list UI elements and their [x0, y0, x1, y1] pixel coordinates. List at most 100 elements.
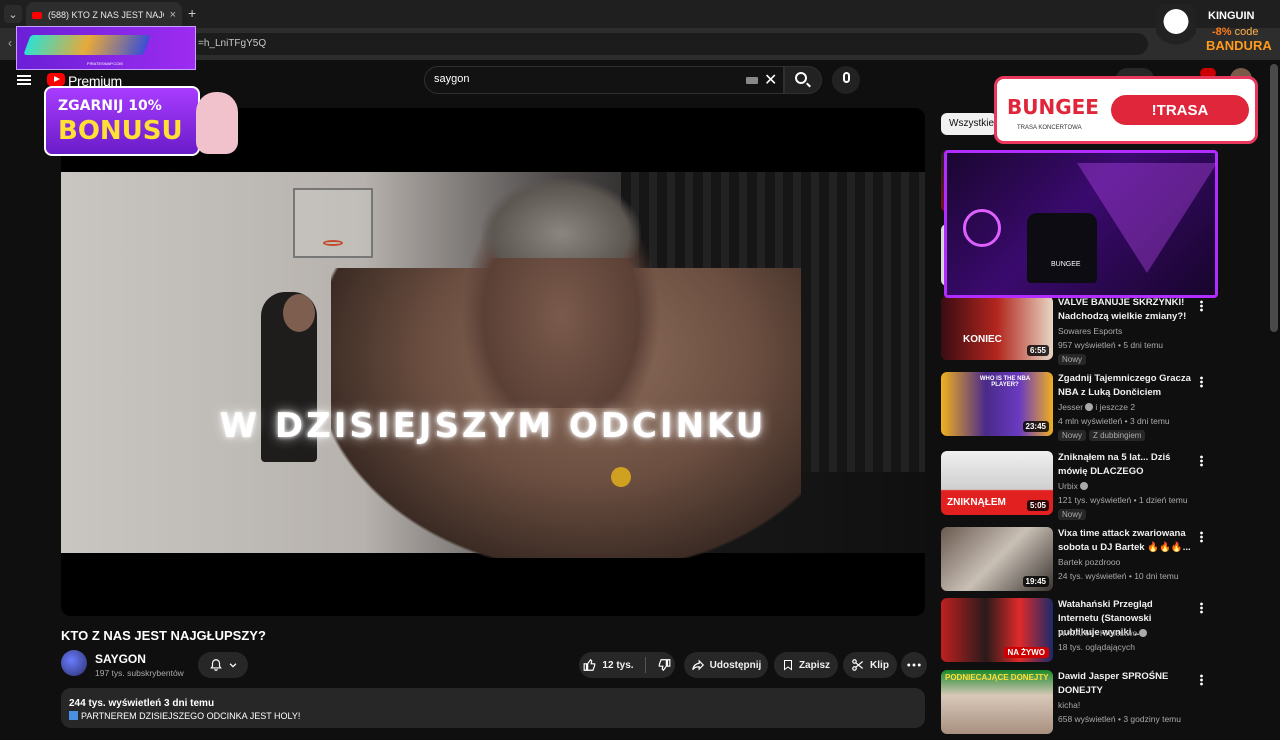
channel-avatar[interactable] — [61, 650, 87, 676]
thumb-down-icon[interactable] — [657, 658, 671, 672]
clip-button[interactable]: Klip — [843, 652, 897, 678]
youtube-logo-icon[interactable] — [47, 73, 65, 86]
keyboard-icon[interactable] — [746, 77, 758, 84]
more-actions-button[interactable] — [901, 652, 927, 678]
mascot-image — [196, 92, 238, 154]
share-button[interactable]: Udostępnij — [684, 652, 768, 678]
kebab-icon[interactable] — [1200, 674, 1203, 686]
clip-label: Klip — [870, 659, 889, 671]
video-meta: 658 wyświetleń • 3 godziny temu — [1058, 714, 1181, 724]
bonus-line2: BONUSU — [58, 116, 183, 146]
share-icon — [691, 659, 704, 671]
video-duration: 23:45 — [1022, 421, 1049, 432]
kinguin-logo: KINGUIN — [1208, 10, 1255, 22]
video-meta: 957 wyświetleń • 5 dni temu — [1058, 340, 1164, 350]
verified-icon — [1085, 403, 1094, 411]
sidebar-video[interactable]: KONIEC 6:55 VALVE BANUJE SKRZYNKI! Nadch… — [941, 296, 1271, 366]
views-and-date: 244 tys. wyświetleń 3 dni temu — [69, 698, 215, 709]
mic-icon — [843, 72, 850, 83]
thumb-up-icon[interactable] — [583, 658, 597, 672]
basketball-backboard — [293, 188, 373, 258]
channel-line: WATAHA - Krulestwo — [1058, 628, 1148, 638]
share-label: Udostępnij — [709, 659, 762, 671]
search-input[interactable] — [424, 66, 784, 94]
kinguin-ad[interactable]: KINGUIN -8% code BANDURA — [1152, 2, 1276, 56]
kebab-icon[interactable] — [1200, 602, 1203, 614]
channel-name[interactable]: Bartek pozdrooo — [1058, 557, 1120, 567]
kebab-icon[interactable] — [1200, 455, 1203, 467]
bungee-logo: BUNGEE — [1007, 95, 1099, 119]
video-thumbnail[interactable]: NA ŻYWO — [941, 598, 1053, 662]
video-title[interactable]: Zniknąłem na 5 lat... Dziś mówię DLACZEG… — [1058, 451, 1194, 479]
save-button[interactable]: Zapisz — [774, 652, 838, 678]
verified-icon — [1079, 482, 1088, 490]
new-badge: Nowy — [1058, 509, 1087, 520]
notifications-button[interactable] — [198, 652, 248, 678]
gaming-chair — [1027, 213, 1097, 283]
channel-name[interactable]: SAYGON — [95, 652, 146, 666]
video-title[interactable]: Vixa time attack zwariowana sobota u DJ … — [1058, 527, 1194, 555]
save-label: Zapisz — [798, 659, 831, 671]
browser-tab-bar: ⌄ (588) KTO Z NAS JEST NAJGŁUPSZY? × + — [0, 0, 1280, 28]
thumbnail-text: ZNIKNĄŁEM — [947, 497, 1006, 508]
chip-all[interactable]: Wszystkie — [941, 113, 997, 135]
sidebar-video[interactable]: ZNIKNĄŁEM 5:05 Zniknąłem na 5 lat... Dzi… — [941, 451, 1271, 521]
sidebar-video[interactable]: NA ŻYWO Watahański Przegląd Internetu (S… — [941, 598, 1271, 668]
more-icon — [907, 663, 921, 667]
kebab-icon[interactable] — [1200, 300, 1203, 312]
bungee-cta-button[interactable]: !TRASA — [1111, 95, 1249, 125]
kebab-icon[interactable] — [1200, 531, 1203, 543]
basketball-rim — [323, 240, 343, 246]
channel-name[interactable]: kicha! — [1058, 700, 1080, 710]
neon-light — [1077, 163, 1217, 273]
video-duration: 19:45 — [1022, 576, 1049, 587]
new-badge: Nowy — [1058, 430, 1087, 441]
video-player[interactable]: W DZISIEJSZYM ODCINKU — [61, 108, 925, 616]
bonus-ad[interactable]: ZGARNIJ 10% BONUSU — [44, 86, 200, 156]
thumbnail-text: WHO IS THE NBA PLAYER? — [979, 376, 1031, 388]
kinguin-code-label: code — [1234, 26, 1259, 38]
sidebar-video[interactable]: WHO IS THE NBA PLAYER? 23:45 Zgadnij Taj… — [941, 372, 1271, 442]
weapon-skin-image — [23, 35, 151, 55]
video-duration: 5:05 — [1026, 500, 1049, 511]
tab-list-button[interactable]: ⌄ — [4, 5, 22, 23]
new-tab-button[interactable]: + — [188, 5, 196, 21]
back-icon[interactable]: ‹ — [8, 36, 12, 50]
browser-tab[interactable]: (588) KTO Z NAS JEST NAJGŁUPSZY? × — [26, 2, 182, 28]
url-field[interactable] — [188, 33, 1148, 55]
kebab-icon[interactable] — [1200, 376, 1203, 388]
video-title[interactable]: VALVE BANUJE SKRZYNKI! Nadchodzą wielkie… — [1058, 296, 1194, 324]
video-thumbnail[interactable]: WHO IS THE NBA PLAYER? 23:45 — [941, 372, 1053, 436]
channel-name[interactable]: Urbix — [1058, 481, 1078, 491]
pirateswap-ad[interactable]: PIRATESWAP.COM — [16, 26, 196, 70]
background-person-head — [283, 294, 315, 332]
video-thumbnail[interactable]: ZNIKNĄŁEM 5:05 — [941, 451, 1053, 515]
subscriber-count: 197 tys. subskrybentów — [95, 668, 184, 678]
video-title[interactable]: Dawid Jasper SPROŚNE DONEJTY — [1058, 670, 1194, 698]
video-frame: W DZISIEJSZYM ODCINKU — [61, 172, 925, 558]
bell-icon — [209, 659, 222, 671]
tab-close-icon[interactable]: × — [170, 9, 176, 21]
tab-title: (588) KTO Z NAS JEST NAJGŁUPSZY? — [48, 10, 164, 20]
clear-icon[interactable]: ✕ — [764, 70, 777, 90]
like-dislike-group[interactable]: 12 tys. — [579, 652, 675, 678]
video-thumbnail[interactable]: KONIEC 6:55 — [941, 296, 1053, 360]
video-thumbnail[interactable]: 19:45 — [941, 527, 1053, 591]
channel-name[interactable]: Jesser — [1058, 402, 1083, 412]
channel-name[interactable]: Sowares Esports — [1058, 326, 1122, 336]
video-thumbnail[interactable]: PODNIECAJĄCE DONEJTY — [941, 670, 1053, 734]
video-caption: W DZISIEJSZYM ODCINKU — [219, 406, 767, 446]
video-meta: 121 tys. wyświetleń • 1 dzień temu — [1058, 495, 1188, 505]
page-scrollbar[interactable] — [1270, 64, 1278, 332]
sidebar-video[interactable]: PODNIECAJĄCE DONEJTY Dawid Jasper SPROŚN… — [941, 670, 1271, 740]
clip-icon — [852, 659, 864, 671]
foreground-person-hair — [481, 178, 641, 258]
menu-icon[interactable] — [17, 75, 31, 85]
channel-name[interactable]: WATAHA - Krulestwo — [1058, 628, 1137, 638]
video-meta: 18 tys. oglądających — [1058, 642, 1136, 652]
channel-extra[interactable]: i jeszcze 2 — [1095, 402, 1135, 412]
bungee-ad[interactable]: BUNGEE TRASA KONCERTOWA !TRASA — [994, 76, 1258, 144]
video-title[interactable]: Zgadnij Tajemniczego Gracza NBA z Luką D… — [1058, 372, 1194, 400]
sidebar-video[interactable]: 19:45 Vixa time attack zwariowana sobota… — [941, 527, 1271, 597]
kinguin-discount: -8% — [1212, 26, 1232, 38]
